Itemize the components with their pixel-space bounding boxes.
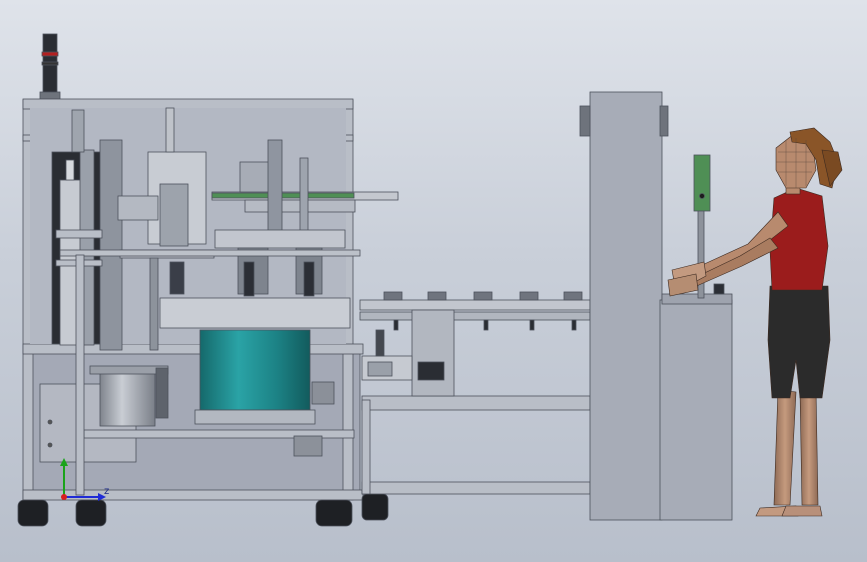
operator-console[interactable] [579,91,733,521]
cad-model-view[interactable]: z [0,0,867,562]
hopper-cylinder [89,365,169,427]
hmi-display [693,154,711,212]
pallet-carriers [383,291,583,301]
stopper-unit [361,309,455,397]
triad-axis-label: z [104,486,109,497]
conveyor-line[interactable] [359,291,591,495]
cad-viewport[interactable]: z [0,0,867,562]
signal-tower [39,33,61,100]
index-table [159,297,351,329]
fan-grille [293,435,323,457]
automated-assembly-machine[interactable] [17,33,399,527]
